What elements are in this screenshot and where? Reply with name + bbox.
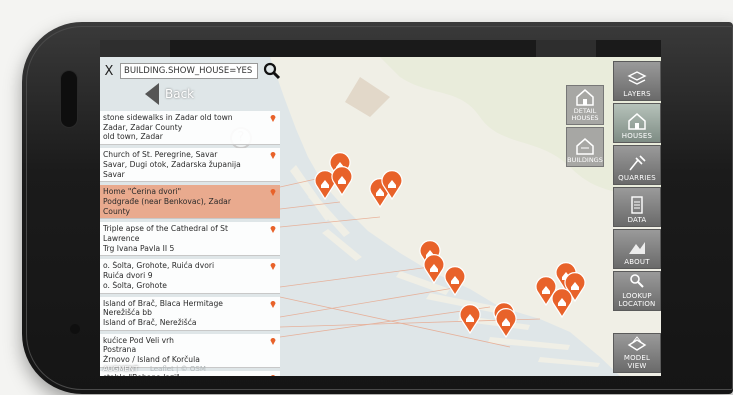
result-line: o. Šolta, Grohote, Ruića dvori (103, 261, 215, 271)
result-line: stable "Bobana lazi" (103, 373, 266, 376)
result-item[interactable]: kućice Pod Veli vrh Postrana Žrnovo / Isla… (100, 333, 280, 368)
device-stage: X Back ? stone sidewalks in Zadar old to… (0, 0, 733, 395)
speaker-grille (60, 70, 78, 128)
result-line: Podgrađe (near Benkovac), Zadar (103, 196, 231, 206)
model-view-button[interactable]: MODEL VIEW (613, 333, 661, 373)
model-view-icon (627, 336, 647, 351)
result-line: Lawrence (103, 234, 140, 244)
result-line: o. Šolta, Grohote (103, 280, 167, 290)
result-item[interactable]: stone sidewalks in Zadar old town Zadar, … (100, 111, 280, 146)
search-bar: X (103, 62, 281, 80)
result-line: Home "Čerina dvori" (103, 187, 182, 197)
result-line: stone sidewalks in Zadar old town (103, 113, 233, 122)
result-line: Žrnovo / Island of Korčula (103, 355, 200, 365)
search-input[interactable] (120, 63, 258, 79)
result-line: Church of St. Peregrine, Savar (103, 150, 218, 160)
app-screen: X Back ? stone sidewalks in Zadar old to… (100, 57, 661, 376)
lookup-location-button[interactable]: LOOKUP LOCATION (613, 271, 661, 311)
back-arrow-icon (145, 83, 159, 105)
result-line: Trg Ivana Pavla II 5 (103, 243, 175, 253)
quarries-button[interactable]: QUARRIES (613, 145, 661, 185)
result-line: Island of Brač, Blaca Hermitage (103, 298, 223, 308)
house-icon (628, 113, 646, 130)
map-pin-icon (270, 226, 276, 234)
search-icon[interactable] (263, 62, 281, 80)
results-list: stone sidewalks in Zadar old town Zadar, … (100, 111, 280, 376)
map-pin-icon (270, 337, 276, 345)
close-search-button[interactable]: X (103, 64, 115, 79)
status-bar (100, 40, 661, 57)
map-pin-icon (270, 189, 276, 197)
result-line: Savar, Dugi otok, Zadarska županija (103, 159, 241, 169)
house-detail-icon (576, 89, 594, 106)
result-item[interactable]: Church of St. Peregrine, Savar Savar, Dug… (100, 148, 280, 183)
map-pin-icon (270, 300, 276, 308)
map-pin-icon (270, 115, 276, 122)
result-item[interactable]: Home "Čerina dvori" Podgrađe (near Benkov… (100, 185, 280, 220)
location-search-icon (630, 274, 644, 288)
result-item[interactable]: Triple apse of the Cathedral of St Lawren… (100, 222, 280, 257)
result-item[interactable]: o. Šolta, Grohote, Ruića dvori Ruića dvor… (100, 259, 280, 294)
back-button[interactable]: Back (145, 83, 194, 105)
result-line: Ruića dvori 9 (103, 271, 153, 281)
result-line: kućice Pod Veli vrh (103, 335, 174, 345)
result-line: Zadar, Zadar County (103, 122, 183, 132)
data-button[interactable]: DATA (613, 187, 661, 227)
layers-button[interactable]: LAYERS (613, 61, 661, 101)
result-line: Postrana (103, 345, 137, 355)
layers-icon (627, 71, 647, 85)
result-line: Nerežišća bb (103, 308, 152, 318)
result-line: Island of Brač, Nerežišća (103, 317, 197, 327)
map-pin-icon (270, 152, 276, 160)
detail-houses-button[interactable]: DETAIL HOUSES (566, 85, 604, 125)
document-icon (631, 196, 643, 214)
quarry-icon (629, 155, 646, 171)
result-item[interactable]: Island of Brač, Blaca Hermitage Nerežišća… (100, 296, 280, 331)
result-line: old town, Zadar (103, 132, 163, 142)
back-label: Back (165, 87, 195, 101)
buildings-icon (576, 138, 594, 155)
buildings-button[interactable]: BUILDINGS (566, 127, 604, 167)
map-pin-icon (270, 263, 276, 271)
augment-label: AUGMENT (103, 365, 139, 373)
about-icon (629, 242, 645, 254)
map-credit: Leaflet | © OSM (150, 365, 206, 373)
map-pin-icon (270, 374, 276, 376)
about-button[interactable]: ABOUT (613, 229, 661, 269)
result-line: Savar (103, 169, 125, 179)
result-line: Triple apse of the Cathedral of St (103, 224, 228, 234)
right-toolbar: LAYERS HOUSES QUARRIES DATA ABOUT LOOKUP… (613, 57, 661, 376)
houses-button[interactable]: HOUSES (613, 103, 661, 143)
hardware-button[interactable] (70, 324, 80, 334)
result-line: County (103, 206, 131, 216)
